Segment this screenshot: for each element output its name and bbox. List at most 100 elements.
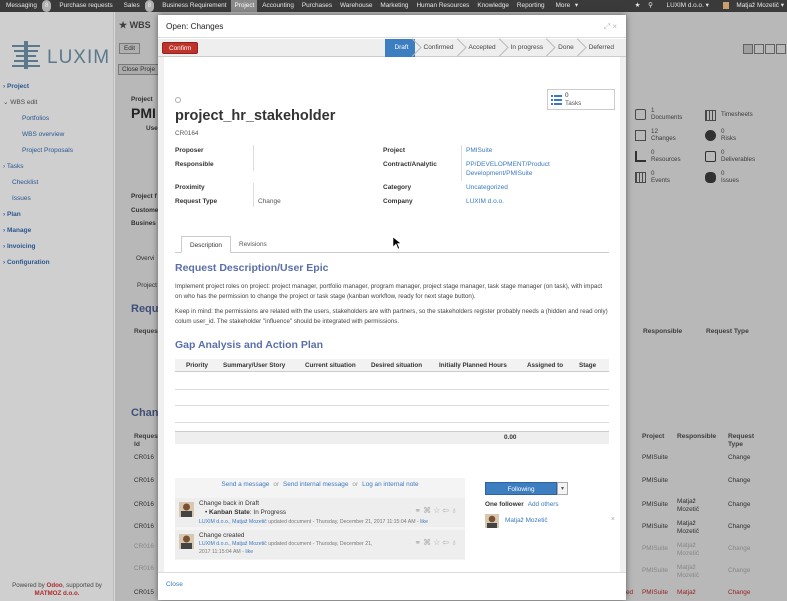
menu-business-requirement[interactable]: Business Requirement	[159, 0, 229, 12]
move-icon[interactable]: ⌘	[423, 506, 433, 515]
follower-name[interactable]: Matjaž Mozetič	[505, 517, 548, 524]
contract-analytic-value-2[interactable]: Development/PMISuite	[466, 170, 532, 177]
menu-more[interactable]: More ▾	[550, 0, 582, 12]
company-value[interactable]: LUXIM d.o.o.	[466, 198, 504, 205]
confirm-button[interactable]: Confirm	[162, 42, 199, 54]
stage-confirmed[interactable]: Confirmed	[415, 39, 460, 57]
vote-icon[interactable]: ♁	[451, 506, 459, 515]
tasks-stat-button[interactable]: 0 Tasks	[547, 89, 615, 110]
or-separator: or	[352, 481, 359, 488]
contract-analytic-value[interactable]: PP/DEVELOPMENT/Product	[466, 161, 550, 168]
topbar-right: ★ ⚲ LUXIM d.o.o. ▾ Matjaž Mozetič ▾	[629, 0, 784, 12]
menu-purchases[interactable]: Purchases	[299, 0, 335, 12]
col-planned-hours[interactable]: Initially Planned Hours	[439, 359, 507, 372]
col-current[interactable]: Current situation	[305, 359, 356, 372]
field-divider	[253, 145, 254, 171]
menu-human-resources[interactable]: Human Resources	[413, 0, 472, 12]
responsible-label: Responsible	[175, 161, 214, 168]
following-button[interactable]: Following	[485, 482, 557, 495]
menu-sales[interactable]: Sales 8	[118, 0, 158, 12]
user-menu[interactable]: Matjaž Mozetič ▾	[717, 1, 784, 9]
follow-dropdown-chevron-down-icon[interactable]: ▾	[557, 482, 568, 495]
category-value[interactable]: Uncategorized	[466, 184, 508, 191]
message-actions: ⚭⌘☆⇦♁	[414, 538, 459, 547]
follow-control: Following ▾	[485, 482, 568, 495]
avatar	[179, 534, 194, 549]
message-actions: ⚭⌘☆⇦♁	[414, 506, 459, 515]
message-meta: LUXIM d.o.o., Matjaž Mozetič updated doc…	[199, 519, 428, 525]
notebook-tabs: Description Revisions	[175, 236, 609, 253]
link-icon[interactable]: ⚭	[414, 538, 423, 547]
table-row	[175, 422, 609, 423]
company-name: LUXIM d.o.o.	[666, 2, 704, 9]
messaging-badge: 8	[41, 0, 52, 12]
message-company-link[interactable]: LUXIM d.o.o.	[199, 519, 229, 525]
menu-warehouse[interactable]: Warehouse	[337, 0, 375, 12]
stage-in-progress[interactable]: In progress	[502, 39, 550, 57]
message-author-link[interactable]: Matjaž Mozetič	[232, 541, 267, 547]
col-stage[interactable]: Stage	[579, 359, 596, 372]
vote-icon[interactable]: ♁	[451, 538, 459, 547]
menu-messaging[interactable]: Messaging 8	[0, 0, 54, 12]
menu-project[interactable]: Project	[231, 0, 258, 12]
tracking-value: In Progress	[253, 509, 287, 516]
remove-follower-close-icon[interactable]: ×	[611, 516, 615, 523]
send-internal-message-link[interactable]: Send internal message	[283, 481, 348, 488]
like-link[interactable]: like	[245, 549, 253, 555]
followers-count: One follower	[485, 501, 524, 508]
changes-dialog: Open: Changes ⤢ × Confirm Draft Confirmed…	[158, 15, 626, 600]
gap-table-header: Priority Summary/User Story Current situ…	[175, 359, 609, 372]
reply-icon[interactable]: ⇦	[442, 538, 451, 547]
avatar	[485, 514, 499, 528]
move-icon[interactable]: ⌘	[423, 538, 433, 547]
star-icon[interactable]: ☆	[433, 506, 442, 515]
send-message-link[interactable]: Send a message	[221, 481, 269, 488]
menu-purchase-requests[interactable]: Purchase requests	[56, 0, 115, 12]
message-action: updated document - Thursday, December 21…	[268, 541, 373, 547]
proximity-label: Proximity	[175, 184, 205, 191]
user-name: Matjaž Mozetič	[736, 2, 780, 9]
stage-draft[interactable]: Draft	[385, 39, 415, 57]
message-meta-2: 2017 11:15:04 AM - like	[199, 549, 253, 555]
link-icon[interactable]: ⚭	[414, 506, 423, 515]
tab-revisions[interactable]: Revisions	[231, 236, 275, 253]
col-assigned[interactable]: Assigned to	[527, 359, 563, 372]
description-paragraph-1: Implement project roles on project: proj…	[175, 283, 603, 300]
reply-icon[interactable]: ⇦	[442, 506, 451, 515]
col-priority[interactable]: Priority	[186, 359, 208, 372]
dialog-window-controls: ⤢ ×	[604, 15, 617, 38]
menu-messaging-label: Messaging	[6, 2, 37, 9]
col-summary[interactable]: Summary/User Story	[223, 359, 285, 372]
star-icon[interactable]: ★	[635, 2, 641, 9]
add-others-link[interactable]: Add others	[528, 501, 559, 508]
menu-accounting[interactable]: Accounting	[259, 0, 297, 12]
expand-icon[interactable]: ⤢	[604, 22, 610, 31]
chatter-message: Change created LUXIM d.o.o., Matjaž Moze…	[175, 530, 465, 559]
search-icon[interactable]: ⚲	[648, 2, 653, 9]
menu-reporting[interactable]: Reporting	[514, 0, 548, 12]
star-icon[interactable]: ☆	[433, 538, 442, 547]
top-menu-bar: Messaging 8 Purchase requests Sales 8 Busi…	[0, 0, 787, 12]
tasks-count: 0	[565, 92, 569, 99]
priority-star-icon[interactable]	[175, 97, 181, 103]
close-icon[interactable]: ×	[612, 22, 617, 31]
message-author-link[interactable]: Matjaž Mozetič	[232, 519, 267, 525]
log-note-link[interactable]: Log an internal note	[362, 481, 419, 488]
like-link[interactable]: like	[420, 519, 428, 525]
project-value[interactable]: PMISuite	[466, 147, 492, 154]
close-button[interactable]: Close	[166, 581, 183, 588]
table-row	[175, 405, 609, 406]
message-action-2: 2017 11:15:04 AM -	[199, 549, 244, 555]
tab-description[interactable]: Description	[181, 236, 231, 253]
menu-knowledge[interactable]: Knowledge	[474, 0, 512, 12]
tasks-label: Tasks	[565, 100, 582, 107]
menu-marketing[interactable]: Marketing	[377, 0, 411, 12]
request-type-value[interactable]: Change	[258, 198, 281, 205]
company-switcher[interactable]: LUXIM d.o.o. ▾	[661, 2, 709, 9]
stage-pipeline: Draft Confirmed Accepted In progress Done Def…	[385, 39, 620, 57]
company-label: Company	[383, 198, 413, 205]
message-company-link[interactable]: LUXIM d.o.o.	[199, 541, 229, 547]
contract-analytic-label: Contract/Analytic	[383, 161, 437, 168]
chatter-message: Change back in Draft • Kanban State: In …	[175, 498, 465, 527]
col-desired[interactable]: Desired situation	[371, 359, 422, 372]
